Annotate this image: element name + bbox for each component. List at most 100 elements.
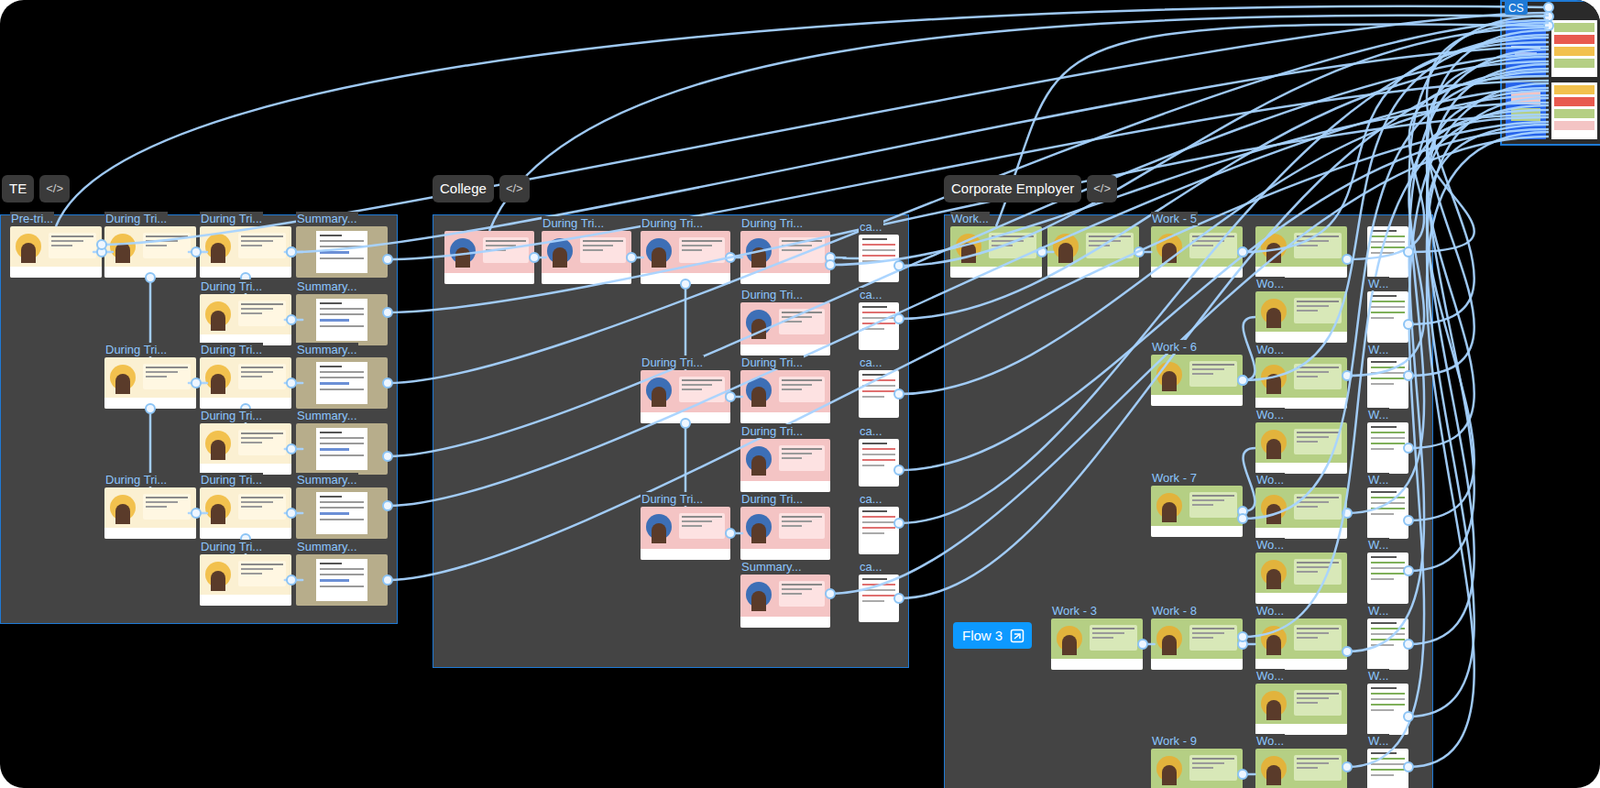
frame-label[interactable]: During Tri... <box>199 539 264 554</box>
screen-frame[interactable] <box>104 357 197 409</box>
connector[interactable] <box>728 256 743 260</box>
screen-frame[interactable] <box>1150 226 1243 278</box>
connector-handle[interactable] <box>626 252 636 263</box>
connector-handle[interactable] <box>383 501 393 511</box>
connector-handle[interactable] <box>1037 247 1047 257</box>
connector[interactable] <box>898 61 1549 319</box>
screen-frame[interactable] <box>1367 357 1409 409</box>
frame-label[interactable]: Wo... <box>1255 668 1285 683</box>
frame-label[interactable]: W... <box>1367 668 1390 683</box>
screen-frame[interactable] <box>858 302 899 351</box>
connector[interactable] <box>93 251 113 254</box>
connector[interactable] <box>628 256 644 260</box>
connector-handle[interactable] <box>680 279 691 289</box>
screen-frame[interactable] <box>1367 487 1409 539</box>
frame-label[interactable]: W... <box>1367 472 1390 487</box>
connector[interactable] <box>188 512 208 516</box>
screen-frame[interactable] <box>1367 552 1409 604</box>
screen-frame[interactable] <box>1367 226 1409 278</box>
connector[interactable] <box>1347 49 1549 652</box>
code-icon[interactable]: </> <box>499 175 530 203</box>
screen-frame[interactable] <box>1255 422 1348 474</box>
connector[interactable] <box>284 579 303 582</box>
frame-label[interactable]: During Tri... <box>199 279 264 294</box>
screen-frame[interactable] <box>740 370 831 424</box>
connector[interactable] <box>830 102 1549 265</box>
screen-frame[interactable] <box>858 234 899 283</box>
connector[interactable] <box>188 382 208 385</box>
frame-label[interactable]: During Tri... <box>740 492 804 506</box>
frame-label[interactable]: W... <box>1367 276 1390 291</box>
frame-label[interactable]: Work... <box>950 211 990 226</box>
connector-handle[interactable] <box>1238 375 1248 385</box>
screen-frame[interactable] <box>858 506 899 555</box>
connector[interactable] <box>1408 98 1549 717</box>
frame-label[interactable]: CS <box>1504 1 1528 15</box>
connector[interactable] <box>244 408 248 424</box>
connector[interactable] <box>489 15 1549 231</box>
connector-handle[interactable] <box>1238 247 1248 257</box>
connector-handle[interactable] <box>825 252 835 263</box>
connector[interactable] <box>728 532 743 536</box>
section-label[interactable]: Corporate Employer <box>943 175 1082 203</box>
frame-label[interactable]: During Tri... <box>104 472 168 487</box>
frame-label[interactable]: Pre-tri... <box>10 211 55 226</box>
connector[interactable] <box>1347 109 1549 376</box>
connector-handle[interactable] <box>894 465 904 475</box>
connector-handle[interactable] <box>97 240 107 250</box>
connector[interactable] <box>684 423 688 507</box>
frame-label[interactable]: During Tri... <box>640 216 704 231</box>
connector-handle[interactable] <box>383 451 393 461</box>
connector-handle[interactable] <box>1238 247 1248 257</box>
connector-handle[interactable] <box>680 418 691 428</box>
connector-handle[interactable] <box>286 575 296 585</box>
connector-handle[interactable] <box>894 518 904 528</box>
connector-handle[interactable] <box>894 314 904 324</box>
connector-handle[interactable] <box>1403 443 1414 453</box>
frame-label[interactable]: Work - 5 <box>1150 211 1198 226</box>
screen-frame[interactable] <box>1047 226 1140 278</box>
connector-handle[interactable] <box>383 378 393 388</box>
connector-handle[interactable] <box>1403 319 1414 329</box>
flow-label[interactable]: Flow 3 <box>962 626 1003 645</box>
frame-label[interactable]: ca... <box>858 492 884 506</box>
frame-label[interactable]: Summary... <box>295 539 359 554</box>
connector[interactable] <box>149 408 153 488</box>
screen-frame[interactable] <box>1367 748 1409 788</box>
connector-handle[interactable] <box>1342 508 1352 518</box>
screen-frame[interactable] <box>444 230 535 285</box>
screen-frame[interactable] <box>858 438 899 487</box>
connector[interactable] <box>387 54 1549 457</box>
screen-frame[interactable] <box>858 370 899 418</box>
connector[interactable] <box>1347 15 1549 514</box>
frame-label[interactable]: During Tri... <box>199 342 264 357</box>
connector[interactable] <box>1242 71 1549 519</box>
prototype-canvas[interactable]: TE</>Pre-tri...During Tri...During Tri..… <box>0 0 1600 788</box>
connector[interactable] <box>284 448 303 451</box>
connector-handle[interactable] <box>1403 712 1414 722</box>
flow-badge[interactable]: Flow 3 <box>953 622 1032 649</box>
screen-frame[interactable] <box>541 230 632 285</box>
connector-handle[interactable] <box>1342 646 1352 657</box>
connector-handle[interactable] <box>529 252 539 263</box>
connector[interactable] <box>284 382 303 385</box>
screen-frame[interactable] <box>295 487 388 539</box>
connector[interactable] <box>529 256 546 260</box>
code-icon[interactable]: </> <box>39 175 70 203</box>
connector-handle[interactable] <box>241 273 251 283</box>
connector[interactable] <box>1408 131 1549 768</box>
screen-frame[interactable] <box>1150 485 1243 537</box>
screen-frame[interactable] <box>1367 422 1409 474</box>
screen-frame[interactable] <box>295 226 388 278</box>
screen-frame[interactable] <box>295 357 388 409</box>
connector[interactable] <box>55 6 1549 227</box>
screen-frame[interactable] <box>295 294 388 346</box>
connector-handle[interactable] <box>383 307 393 318</box>
connector[interactable] <box>1347 76 1549 260</box>
frame-label[interactable]: Wo... <box>1255 472 1285 487</box>
frame-label[interactable]: W... <box>1367 407 1390 422</box>
connector-handle[interactable] <box>1238 375 1248 385</box>
connector-handle[interactable] <box>1238 769 1248 779</box>
connector-handle[interactable] <box>1403 639 1414 649</box>
connector[interactable] <box>1408 56 1549 376</box>
